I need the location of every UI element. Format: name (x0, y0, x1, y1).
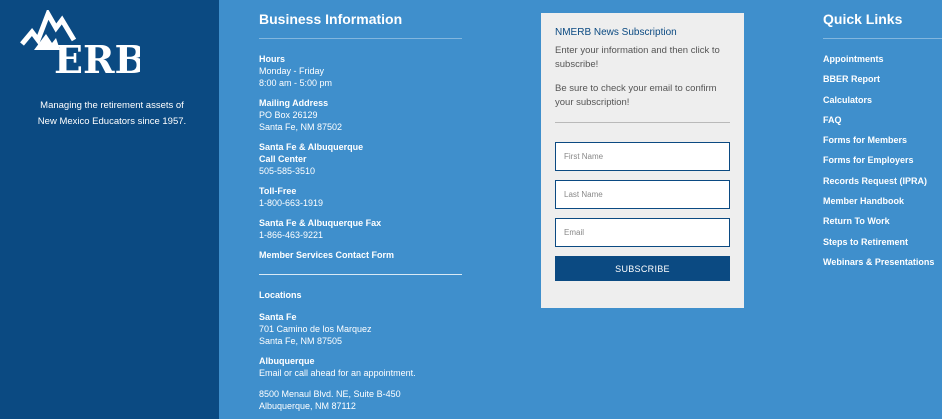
contact-form-link[interactable]: Member Services Contact Form (259, 249, 462, 261)
quick-link-appointments[interactable]: Appointments (823, 53, 942, 73)
call-center-block: Santa Fe & Albuquerque Call Center 505-5… (259, 141, 462, 177)
quick-link-records-request[interactable]: Records Request (IPRA) (823, 175, 942, 195)
mailing-city: Santa Fe, NM 87502 (259, 122, 343, 132)
santa-fe-street: 701 Camino de los Marquez (259, 324, 372, 334)
divider (555, 122, 730, 123)
logo-text: ERB (54, 37, 140, 76)
hours-time: 8:00 am - 5:00 pm (259, 78, 333, 88)
quick-link-forms-members[interactable]: Forms for Members (823, 134, 942, 154)
quick-link-steps-to-retirement[interactable]: Steps to Retirement (823, 236, 942, 256)
call-center-label-1: Santa Fe & Albuquerque (259, 142, 364, 152)
business-title: Business Information (259, 11, 403, 27)
tagline-line-1: Managing the retirement assets of (40, 100, 184, 111)
quick-link-faq[interactable]: FAQ (823, 114, 942, 134)
albuquerque-label: Albuquerque (259, 356, 315, 366)
call-center-label-2: Call Center (259, 154, 307, 164)
locations-heading-block: Locations (259, 289, 462, 301)
last-name-input[interactable] (555, 180, 730, 209)
email-input[interactable] (555, 218, 730, 247)
mailing-label: Mailing Address (259, 98, 329, 108)
toll-free-block: Toll-Free 1-800-663-1919 (259, 185, 462, 209)
subscription-title: NMERB News Subscription (555, 27, 677, 38)
mailing-block: Mailing Address PO Box 26129 Santa Fe, N… (259, 97, 462, 133)
fax-number: 1-866-463-9221 (259, 230, 324, 240)
santa-fe-block: Santa Fe 701 Camino de los Marquez Santa… (259, 311, 462, 347)
brand-panel: ERB Managing the retirement assets of Ne… (0, 0, 219, 419)
quick-links-title: Quick Links (823, 11, 903, 27)
nmerb-logo[interactable]: ERB (20, 10, 140, 76)
hours-label: Hours (259, 54, 286, 64)
quick-link-forms-employers[interactable]: Forms for Employers (823, 154, 942, 174)
quick-link-calculators[interactable]: Calculators (823, 94, 942, 114)
footer-main: Business Information Hours Monday - Frid… (219, 0, 942, 419)
santa-fe-label: Santa Fe (259, 312, 297, 322)
subscribe-button[interactable]: SUBSCRIBE (555, 256, 730, 281)
subscription-instructions: Enter your information and then click to… (555, 45, 720, 70)
divider (259, 274, 462, 275)
albuquerque-note: Email or call ahead for an appointment. (259, 368, 416, 378)
fax-block: Santa Fe & Albuquerque Fax 1-866-463-922… (259, 217, 462, 241)
toll-free-phone[interactable]: 1-800-663-1919 (259, 197, 462, 209)
hours-days: Monday - Friday (259, 66, 325, 76)
subscription-card: NMERB News Subscription Enter your infor… (541, 13, 744, 308)
quick-links-list: Appointments BBER Report Calculators FAQ… (823, 53, 942, 276)
toll-free-label: Toll-Free (259, 186, 297, 196)
tagline: Managing the retirement assets of New Me… (7, 98, 217, 130)
albuquerque-street: 8500 Menaul Blvd. NE, Suite B-450 (259, 389, 401, 399)
albuquerque-block: Albuquerque Email or call ahead for an a… (259, 355, 462, 412)
quick-link-member-handbook[interactable]: Member Handbook (823, 195, 942, 215)
first-name-input[interactable] (555, 142, 730, 171)
mailing-po-box: PO Box 26129 (259, 110, 318, 120)
quick-link-return-to-work[interactable]: Return To Work (823, 215, 942, 235)
divider (259, 38, 462, 39)
quick-link-bber-report[interactable]: BBER Report (823, 73, 942, 93)
quick-links: Quick Links Appointments BBER Report Cal… (823, 10, 942, 276)
subscription-confirm-note: Be sure to check your email to confirm y… (555, 83, 717, 108)
quick-link-webinars[interactable]: Webinars & Presentations (823, 256, 942, 276)
call-center-phone[interactable]: 505-585-3510 (259, 165, 462, 177)
albuquerque-city: Albuquerque, NM 87112 (259, 401, 356, 411)
santa-fe-city: Santa Fe, NM 87505 (259, 336, 343, 346)
divider (823, 38, 942, 39)
hours-block: Hours Monday - Friday 8:00 am - 5:00 pm (259, 53, 462, 89)
tagline-line-2: New Mexico Educators since 1957. (37, 116, 187, 127)
fax-label: Santa Fe & Albuquerque Fax (259, 218, 382, 228)
locations-label: Locations (259, 290, 302, 300)
business-information: Business Information Hours Monday - Frid… (259, 10, 462, 419)
